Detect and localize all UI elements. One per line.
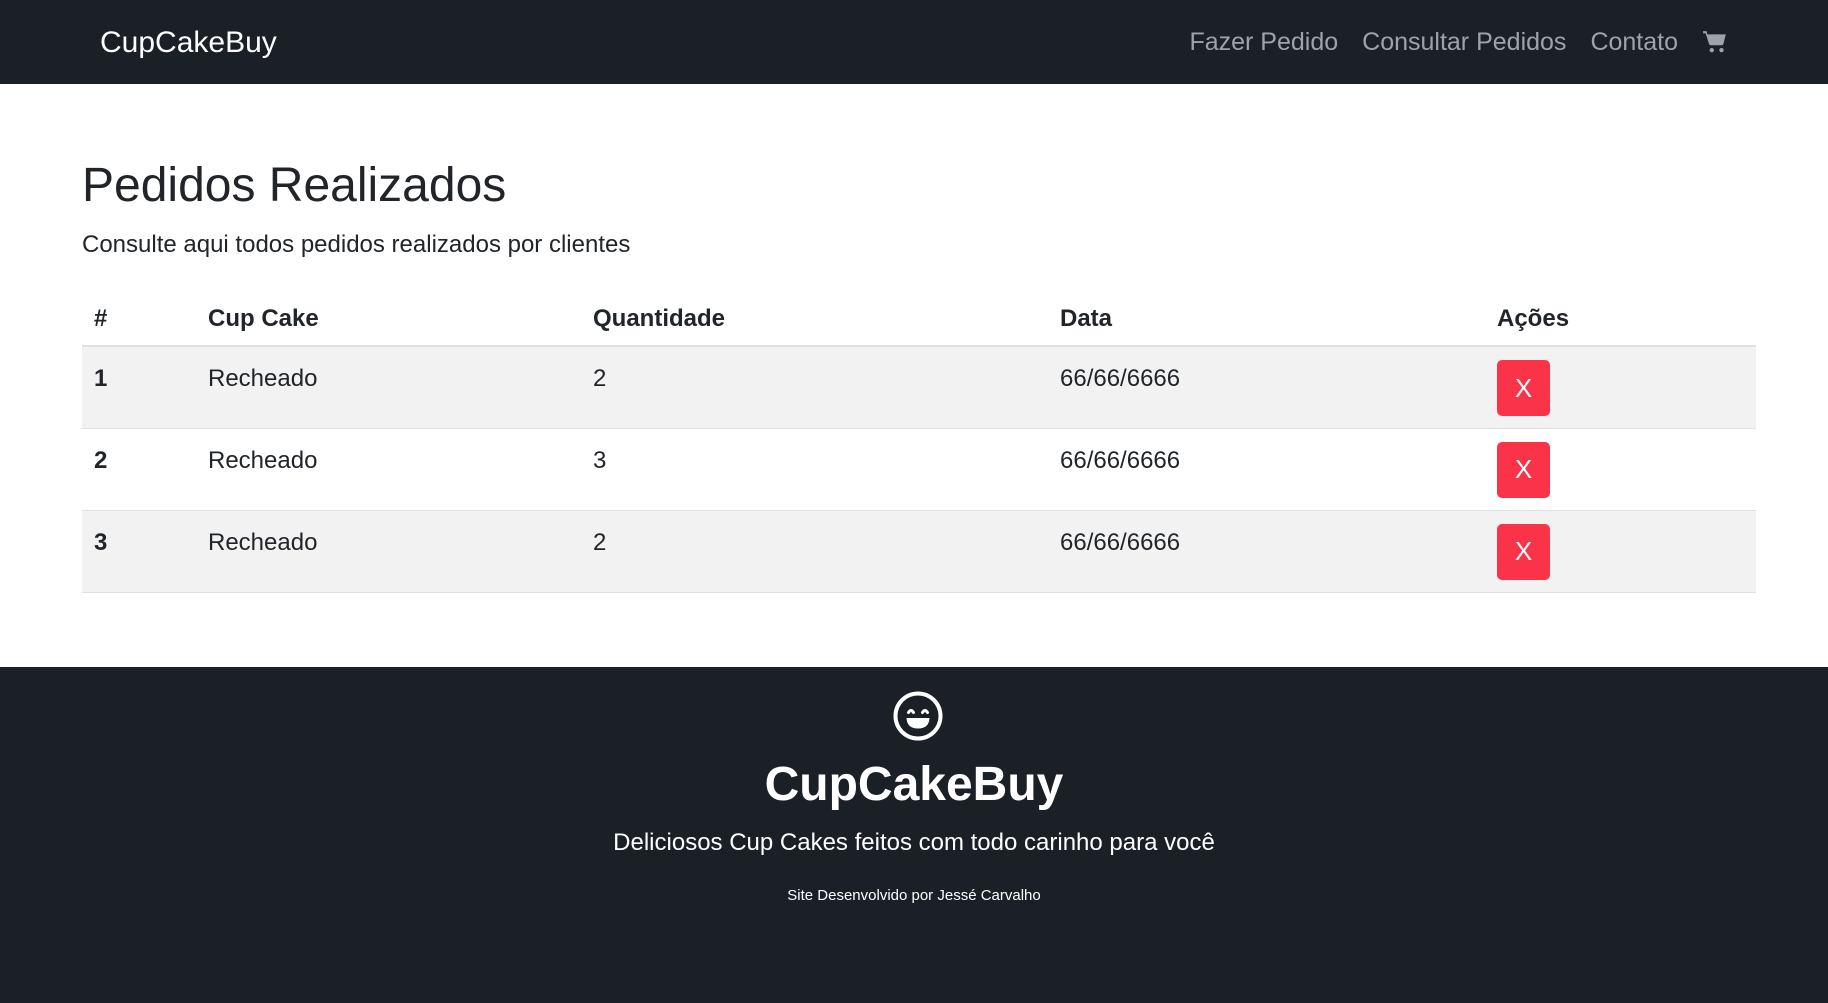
nav-links: Fazer Pedido Consultar Pedidos Contato <box>1165 0 1728 84</box>
table-row: 3 Recheado 2 66/66/6666 X <box>82 510 1756 593</box>
order-data: 66/66/6666 <box>1048 346 1485 429</box>
delete-order-button[interactable]: X <box>1497 523 1550 580</box>
footer-title: CupCakeBuy <box>764 758 1064 811</box>
footer: CupCakeBuy Deliciosos Cup Cakes feitos c… <box>0 667 1828 1003</box>
order-cupcake: Recheado <box>196 346 581 429</box>
table-header-row: # Cup Cake Quantidade Data Ações <box>82 292 1756 347</box>
footer-credit: Site Desenvolvido por Jessé Carvalho <box>787 887 1041 904</box>
order-cupcake: Recheado <box>196 510 581 593</box>
shopping-cart-icon[interactable] <box>1702 29 1728 55</box>
order-actions: X <box>1485 428 1756 511</box>
orders-table: # Cup Cake Quantidade Data Ações 1 Reche… <box>82 292 1756 593</box>
header-acoes: Ações <box>1485 292 1756 347</box>
order-data: 66/66/6666 <box>1048 428 1485 511</box>
order-data: 66/66/6666 <box>1048 510 1485 593</box>
table-row: 2 Recheado 3 66/66/6666 X <box>82 428 1756 511</box>
order-quantidade: 3 <box>581 428 1048 511</box>
navbar: CupCakeBuy Fazer Pedido Consultar Pedido… <box>0 0 1828 84</box>
order-id: 3 <box>82 510 196 593</box>
page-subtitle: Consulte aqui todos pedidos realizados p… <box>82 231 631 258</box>
order-id: 2 <box>82 428 196 511</box>
order-quantidade: 2 <box>581 510 1048 593</box>
delete-order-button[interactable]: X <box>1497 360 1550 416</box>
header-number: # <box>82 292 196 347</box>
delete-order-button[interactable]: X <box>1497 441 1550 498</box>
order-actions: X <box>1485 510 1756 593</box>
page-title: Pedidos Realizados <box>82 159 507 212</box>
header-cupcake: Cup Cake <box>196 292 581 347</box>
header-data: Data <box>1048 292 1485 347</box>
header-quantidade: Quantidade <box>581 292 1048 347</box>
brand-link[interactable]: CupCakeBuy <box>100 0 277 84</box>
nav-link-contato[interactable]: Contato <box>1590 28 1678 57</box>
order-actions: X <box>1485 346 1756 429</box>
order-quantidade: 2 <box>581 346 1048 429</box>
nav-link-fazer-pedido[interactable]: Fazer Pedido <box>1189 28 1338 57</box>
order-id: 1 <box>82 346 196 429</box>
table-row: 1 Recheado 2 66/66/6666 X <box>82 346 1756 429</box>
smile-icon <box>892 690 944 742</box>
nav-link-consultar-pedidos[interactable]: Consultar Pedidos <box>1362 28 1566 57</box>
footer-tagline: Deliciosos Cup Cakes feitos com todo car… <box>613 829 1215 856</box>
order-cupcake: Recheado <box>196 428 581 511</box>
